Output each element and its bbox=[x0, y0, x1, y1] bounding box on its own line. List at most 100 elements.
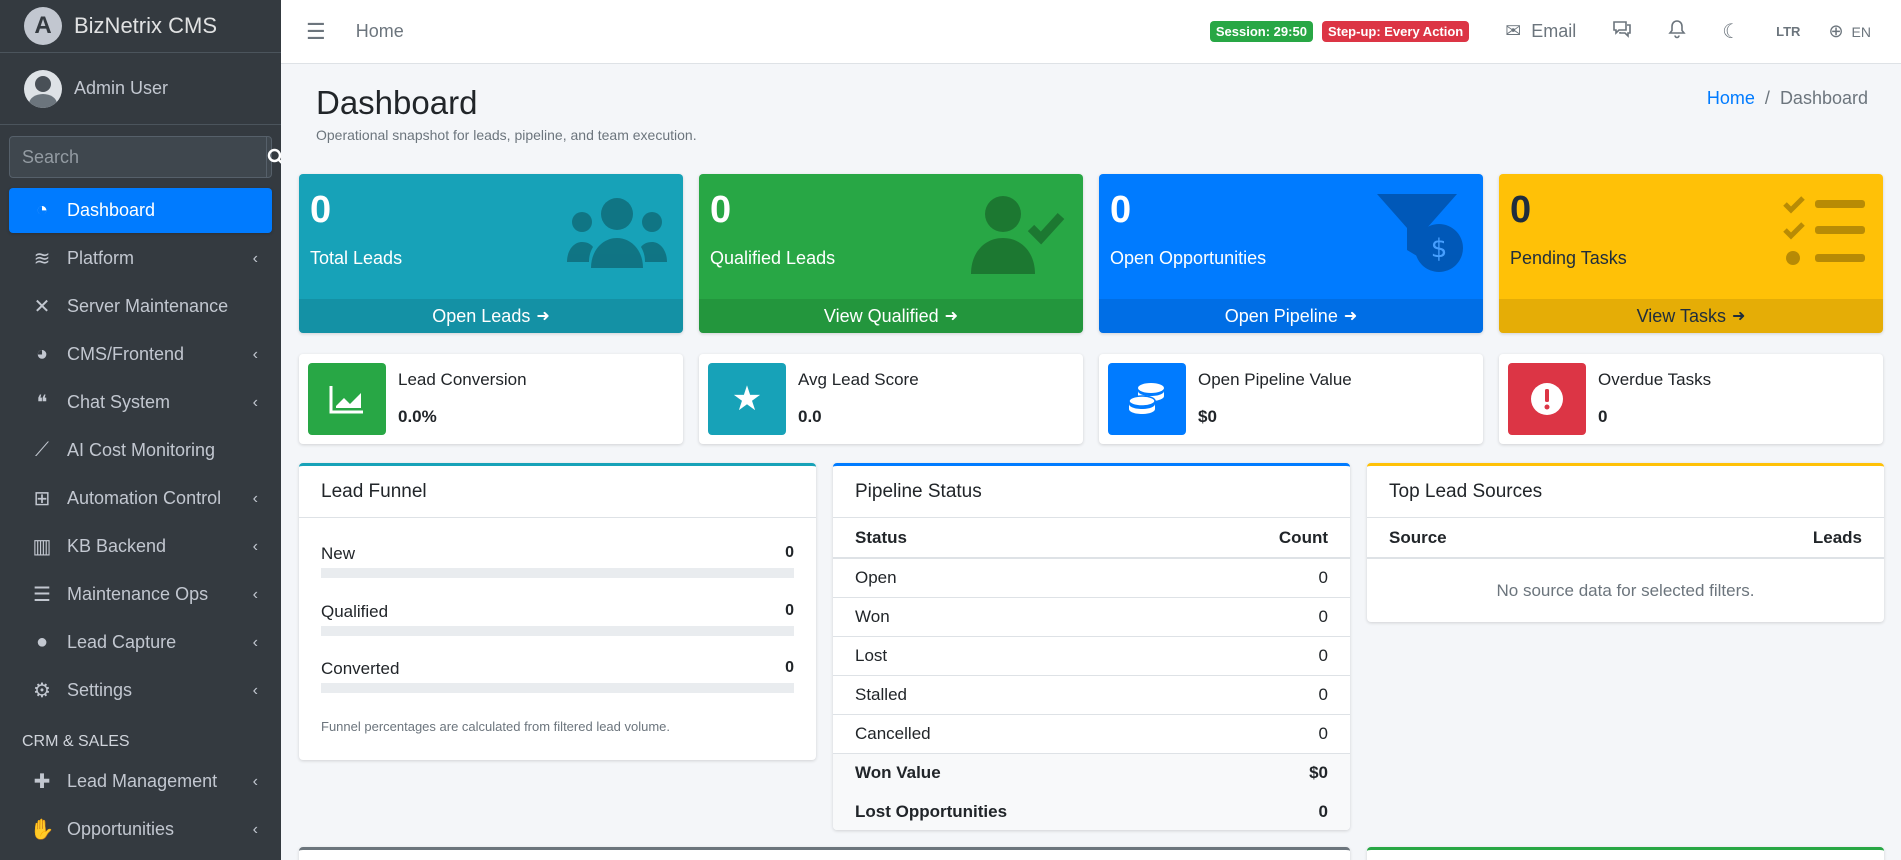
status-cell: Open bbox=[833, 558, 1184, 598]
chevron-left-icon: ‹ bbox=[252, 393, 258, 411]
coins-icon bbox=[1108, 363, 1186, 435]
pipeline-status-title: Pipeline Status bbox=[833, 466, 1350, 518]
sidebar-item-dashboard[interactable]: ◔ Dashboard bbox=[9, 188, 272, 233]
user-name[interactable]: Admin User bbox=[74, 78, 168, 99]
sidebar-item-label: CMS/Frontend bbox=[67, 344, 185, 364]
breadcrumb-home[interactable]: Home bbox=[1707, 88, 1755, 108]
hamburger-menu-icon[interactable]: ☰ bbox=[306, 19, 326, 45]
brand-logo: A bbox=[24, 7, 62, 45]
layers-icon: ≋ bbox=[33, 248, 51, 270]
qualified-leads-box: 0 Qualified Leads View Qualified ➜ bbox=[699, 174, 1083, 333]
open-pipeline-link[interactable]: Open Pipeline ➜ bbox=[1099, 299, 1483, 333]
sidebar-item-label: Lead Management bbox=[67, 771, 218, 791]
sidebar-item-label: AI Cost Monitoring bbox=[67, 440, 216, 460]
funnel-stage-name: Qualified bbox=[321, 602, 389, 621]
user-check-icon bbox=[967, 194, 1067, 294]
bell-icon[interactable] bbox=[1668, 19, 1686, 45]
search-input[interactable] bbox=[10, 137, 266, 177]
sidebar-item-chat-system[interactable]: ❝ Chat System ‹ bbox=[9, 380, 272, 425]
moon-icon[interactable]: ☾ bbox=[1722, 19, 1740, 44]
sidebar-item-ai-cost-monitoring[interactable]: ⟋ AI Cost Monitoring bbox=[9, 428, 272, 473]
sidebar-item-platform[interactable]: ≋ Platform ‹ bbox=[9, 236, 272, 281]
page-subtitle: Operational snapshot for leads, pipeline… bbox=[316, 127, 697, 143]
stepup-badge: Step-up: Every Action bbox=[1321, 21, 1470, 42]
qualified-leads-label: Qualified Leads bbox=[710, 248, 836, 268]
view-tasks-link[interactable]: View Tasks ➜ bbox=[1499, 299, 1883, 333]
page-title: Dashboard bbox=[316, 84, 478, 121]
total-leads-label: Total Leads bbox=[310, 248, 403, 268]
brand-link[interactable]: A BizNetrix CMS bbox=[0, 0, 281, 53]
funnel-row-label: Qualified 0 bbox=[321, 602, 794, 622]
table-row: Cancelled 0 bbox=[833, 714, 1350, 754]
arrow-circle-right-icon: ➜ bbox=[536, 308, 550, 325]
lost-opportunities-count: 0 bbox=[1183, 792, 1350, 830]
chart-line-icon: ⟋ bbox=[35, 439, 49, 461]
language-selector[interactable]: ⊕ EN bbox=[1828, 21, 1871, 42]
empty-state-message: No source data for selected filters. bbox=[1496, 581, 1755, 600]
sidebar-item-kb-backend[interactable]: ▥ KB Backend ‹ bbox=[9, 524, 272, 569]
comments-icon: ❝ bbox=[36, 392, 48, 414]
chevron-left-icon: ‹ bbox=[252, 489, 258, 507]
sidebar-search bbox=[9, 136, 281, 178]
sidebar-nav: ◔ Dashboard ≋ Platform ‹ ✕ Server Mainte… bbox=[0, 188, 281, 852]
sidebar-item-label: Server Maintenance bbox=[67, 296, 229, 316]
funnel-row-label: Converted 0 bbox=[321, 659, 794, 679]
column-header-source: Source bbox=[1367, 518, 1637, 559]
status-cell: Lost bbox=[833, 636, 1184, 676]
brand-name: BizNetrix CMS bbox=[74, 13, 218, 38]
table-header-row: Status Count bbox=[833, 518, 1350, 559]
sidebar-item-label: Lead Capture bbox=[67, 632, 177, 652]
sidebar-item-opportunities[interactable]: ✋ Opportunities ‹ bbox=[9, 807, 272, 852]
avg-lead-score-label: Avg Lead Score bbox=[798, 370, 919, 389]
sidebar-item-server-maintenance[interactable]: ✕ Server Maintenance bbox=[9, 284, 272, 329]
sidebar-item-settings[interactable]: ⚙ Settings ‹ bbox=[9, 668, 272, 713]
breadcrumb-current: Dashboard bbox=[1779, 88, 1868, 108]
funnel-stage-count: 0 bbox=[785, 659, 794, 676]
open-pipeline-value-label: Open Pipeline Value bbox=[1198, 370, 1352, 389]
avg-lead-score-value: 0.0 bbox=[798, 407, 822, 426]
chat-icon[interactable] bbox=[1612, 20, 1632, 44]
search-icon bbox=[267, 148, 281, 164]
open-leads-link[interactable]: Open Leads ➜ bbox=[299, 299, 683, 333]
tachometer-icon: ◔ bbox=[35, 199, 49, 221]
table-row: Stalled 0 bbox=[833, 675, 1350, 715]
search-button[interactable] bbox=[266, 137, 281, 177]
direction-toggle[interactable]: LTR bbox=[1776, 24, 1800, 39]
pipeline-status-card: Pipeline Status Status Count Open 0 Won 0 … bbox=[833, 463, 1350, 830]
view-tasks-label: View Tasks bbox=[1636, 305, 1726, 326]
sidebar-item-label: Dashboard bbox=[67, 200, 156, 220]
sidebar-item-label: Maintenance Ops bbox=[67, 584, 209, 604]
lead-sources-table: Source Leads bbox=[1367, 518, 1884, 559]
lead-conversion-label: Lead Conversion bbox=[398, 370, 527, 389]
table-row: Won 0 bbox=[833, 597, 1350, 637]
funnel-progress-bar bbox=[321, 568, 794, 578]
sidebar-item-lead-capture[interactable]: ● Lead Capture ‹ bbox=[9, 620, 272, 665]
globe-icon: ⊕ bbox=[1828, 21, 1844, 41]
open-opportunities-label: Open Opportunities bbox=[1110, 248, 1267, 268]
email-link[interactable]: ✉ Email bbox=[1505, 20, 1576, 43]
won-value-amount: $0 bbox=[1183, 753, 1350, 792]
pending-tasks-value: 0 bbox=[1510, 189, 1532, 231]
language-label: EN bbox=[1851, 23, 1871, 40]
count-cell: 0 bbox=[1183, 675, 1350, 715]
lead-conversion-value: 0.0% bbox=[398, 407, 437, 426]
open-opportunities-box: 0 Open Opportunities $ Open Pipeline ➜ bbox=[1099, 174, 1483, 333]
qualified-leads-value: 0 bbox=[710, 189, 732, 231]
star-icon: ★ bbox=[708, 363, 786, 435]
user-panel[interactable]: Admin User bbox=[0, 53, 281, 125]
sidebar-item-automation-control[interactable]: ⊞ Automation Control ‹ bbox=[9, 476, 272, 521]
view-qualified-link[interactable]: View Qualified ➜ bbox=[699, 299, 1083, 333]
table-row: Lost 0 bbox=[833, 636, 1350, 676]
funnel-progress-bar bbox=[321, 626, 794, 636]
sidebar-item-maintenance-ops[interactable]: ☰ Maintenance Ops ‹ bbox=[9, 572, 272, 617]
sidebar: A BizNetrix CMS Admin User ◔ Dashboard ≋… bbox=[0, 0, 281, 860]
chevron-left-icon: ‹ bbox=[252, 537, 258, 555]
handshake-icon: ✋ bbox=[29, 819, 55, 841]
funnel-row-new: New 0 bbox=[321, 544, 794, 578]
top-home-link[interactable]: Home bbox=[356, 21, 404, 42]
sidebar-item-lead-management[interactable]: ✚ Lead Management ‹ bbox=[9, 759, 272, 804]
total-leads-value: 0 bbox=[310, 189, 332, 231]
count-cell: 0 bbox=[1183, 597, 1350, 637]
sidebar-item-cms-frontend[interactable]: ◕ CMS/Frontend ‹ bbox=[9, 332, 272, 377]
status-cell: Cancelled bbox=[833, 714, 1184, 754]
